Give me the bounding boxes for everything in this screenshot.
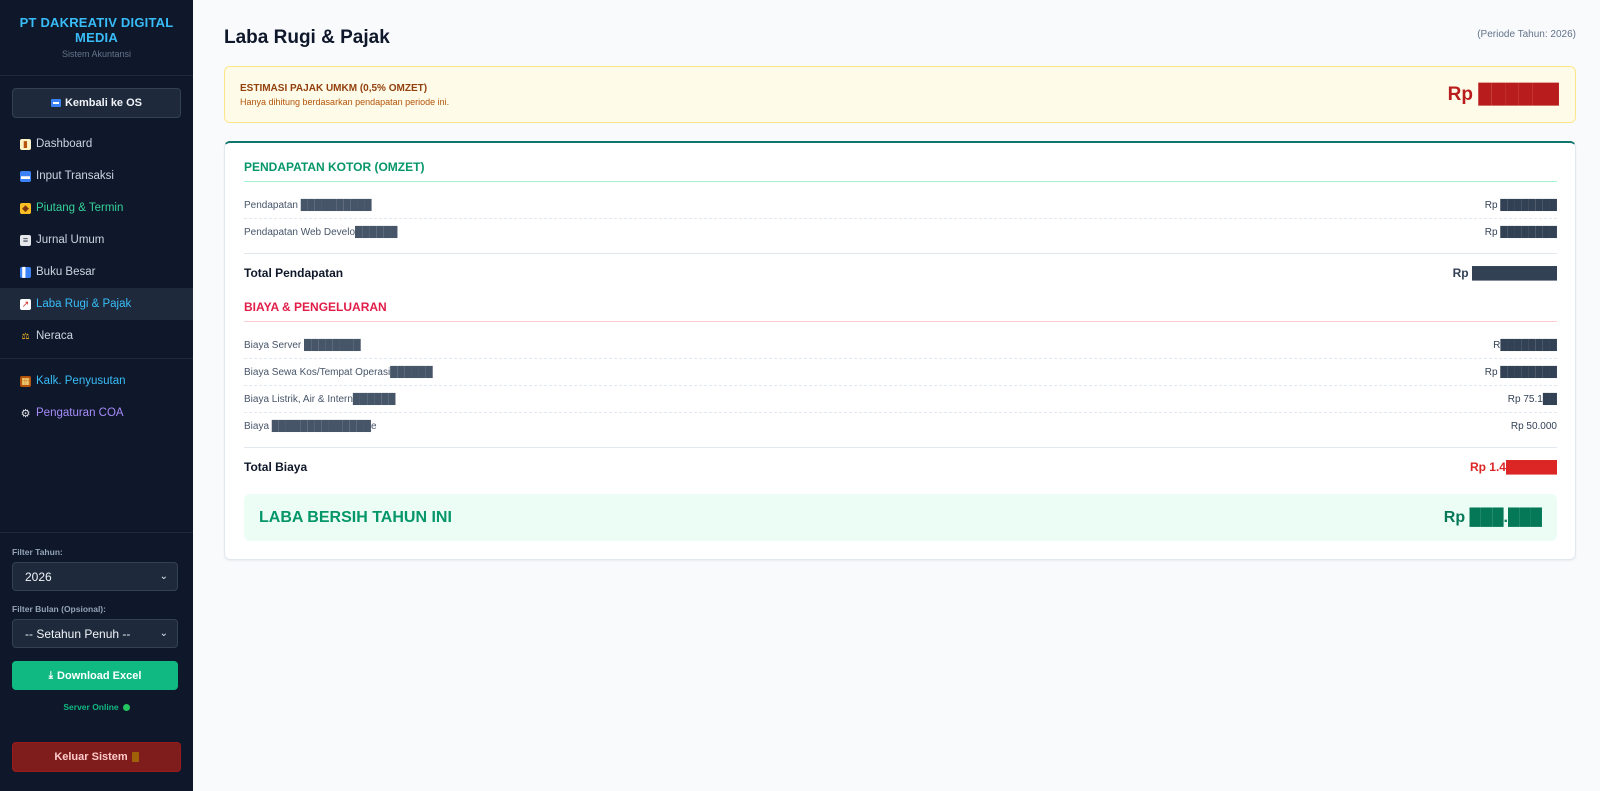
card-icon: ▬ bbox=[20, 170, 31, 182]
filter-month-label: Filter Bulan (Opsional): bbox=[12, 604, 106, 614]
sidebar: PT DAKREATIV DIGITAL MEDIA Sistem Akunta… bbox=[0, 0, 193, 791]
main-nav: ▮ Dashboard ▬ Input Transaksi ◆ Piutang … bbox=[0, 128, 193, 429]
nav-label: Dashboard bbox=[36, 138, 93, 150]
nav-label: Kalk. Penyusutan bbox=[36, 375, 126, 387]
row-amount: Rp ████████ bbox=[1484, 366, 1557, 378]
table-row: Biaya Listrik, Air & Intern██████ Rp 75.… bbox=[244, 386, 1557, 413]
expense-section-title: BIAYA & PENGELUARAN bbox=[244, 300, 1557, 322]
income-statement: PENDAPATAN KOTOR (OMZET) Pendapatan ████… bbox=[224, 141, 1576, 560]
tax-description: Hanya dihitung berdasarkan pendapatan pe… bbox=[240, 96, 450, 107]
nav-label: Input Transaksi bbox=[36, 170, 114, 182]
total-expense-label: Total Biaya bbox=[244, 459, 308, 474]
income-rows: Pendapatan ██████████ Rp ████████ Pendap… bbox=[244, 192, 1557, 246]
total-expense-row: Total Biaya Rp 1.4██████ bbox=[244, 447, 1557, 485]
total-expense-amount: Rp 1.4██████ bbox=[1469, 459, 1557, 474]
back-to-os-button[interactable]: Kembali ke OS bbox=[12, 88, 181, 118]
nav-divider bbox=[0, 358, 193, 359]
back-to-os-label: Kembali ke OS bbox=[64, 97, 143, 109]
nav-item-input-transaksi[interactable]: ▬ Input Transaksi bbox=[0, 160, 193, 192]
total-income-label: Total Pendapatan bbox=[244, 265, 344, 280]
nav-label: Laba Rugi & Pajak bbox=[36, 298, 132, 310]
chevron-down-icon: ⌄ bbox=[159, 628, 168, 639]
page-header: Laba Rugi & Pajak (Periode Tahun: 2026) bbox=[224, 24, 1576, 49]
table-row: Pendapatan ██████████ Rp ████████ bbox=[244, 192, 1557, 219]
filter-month-select[interactable]: -- Setahun Penuh -- ⌄ bbox=[12, 619, 178, 648]
tax-estimate-card: ESTIMASI PAJAK UMKM (0,5% OMZET) Hanya d… bbox=[224, 66, 1576, 123]
status-dot-icon bbox=[122, 703, 130, 711]
download-icon: ⤓ bbox=[48, 670, 54, 681]
filter-year-select[interactable]: 2026 ⌄ bbox=[12, 562, 178, 591]
page-title: Laba Rugi & Pajak bbox=[224, 27, 390, 48]
row-label: Biaya Sewa Kos/Tempat Operasi██████ bbox=[244, 366, 433, 378]
book-icon: ▌ bbox=[20, 266, 31, 278]
trend-chart-icon: ↗ bbox=[20, 298, 31, 310]
download-label: Download Excel bbox=[57, 669, 142, 682]
nav-item-piutang-termin[interactable]: ◆ Piutang & Termin bbox=[0, 192, 193, 224]
row-amount: Rp 75.1██ bbox=[1507, 393, 1557, 405]
net-profit-banner: LABA BERSIH TAHUN INI Rp ███.███ bbox=[244, 494, 1557, 541]
nav-label: Pengaturan COA bbox=[36, 407, 124, 419]
scale-icon: ⚖ bbox=[21, 330, 30, 341]
row-amount: Rp ████████ bbox=[1484, 227, 1557, 238]
nav-item-dashboard[interactable]: ▮ Dashboard bbox=[0, 128, 193, 160]
row-amount: Rp 50.000 bbox=[1510, 421, 1557, 432]
nav-label: Neraca bbox=[36, 330, 74, 342]
nav-item-kalk-penyusutan[interactable]: ▦ Kalk. Penyusutan bbox=[0, 365, 193, 397]
bar-chart-icon: ▮ bbox=[20, 138, 31, 150]
chevron-down-icon: ⌄ bbox=[159, 571, 168, 582]
table-row: Biaya ██████████████e Rp 50.000 bbox=[244, 413, 1557, 440]
filter-year-value: 2026 bbox=[25, 569, 52, 584]
brand: PT DAKREATIV DIGITAL MEDIA Sistem Akunta… bbox=[0, 0, 193, 76]
period-label: (Periode Tahun: 2026) bbox=[1477, 29, 1576, 40]
server-status: Server Online bbox=[12, 702, 181, 712]
abacus-icon: ▦ bbox=[20, 375, 31, 387]
row-label: Biaya Listrik, Air & Intern██████ bbox=[244, 393, 396, 405]
nav-item-pengaturan-coa[interactable]: ⚙ Pengaturan COA bbox=[0, 397, 193, 429]
filters: Filter Tahun: 2026 ⌄ Filter Bulan (Opsio… bbox=[0, 532, 193, 722]
download-excel-button[interactable]: ⤓ Download Excel bbox=[12, 661, 178, 690]
logout-label: Keluar Sistem bbox=[54, 751, 128, 763]
filter-month-value: -- Setahun Penuh -- bbox=[25, 626, 131, 641]
row-label: Pendapatan Web Develo██████ bbox=[244, 227, 398, 238]
tag-icon: ◆ bbox=[20, 202, 31, 214]
brand-title: PT DAKREATIV DIGITAL MEDIA bbox=[19, 15, 174, 45]
tax-title: ESTIMASI PAJAK UMKM (0,5% OMZET) bbox=[240, 82, 428, 94]
logout-button[interactable]: Keluar Sistem bbox=[12, 742, 181, 772]
table-row: Biaya Server ████████ R████████ bbox=[244, 332, 1557, 359]
brand-subtitle: Sistem Akuntansi bbox=[61, 49, 132, 59]
net-profit-label: LABA BERSIH TAHUN INI bbox=[259, 508, 452, 526]
total-income-amount: Rp ██████████ bbox=[1452, 265, 1557, 280]
row-amount: R████████ bbox=[1493, 339, 1557, 351]
nav-label: Piutang & Termin bbox=[36, 202, 124, 214]
gear-icon: ⚙ bbox=[20, 407, 31, 420]
tax-amount: Rp ██████ bbox=[1447, 83, 1559, 105]
row-label: Pendapatan ██████████ bbox=[244, 199, 372, 211]
nav-item-laba-rugi-pajak[interactable]: ↗ Laba Rugi & Pajak bbox=[0, 288, 193, 320]
filter-year-label: Filter Tahun: bbox=[12, 547, 63, 557]
nav-item-jurnal-umum[interactable]: ≡ Jurnal Umum bbox=[0, 224, 193, 256]
notebook-icon: ≡ bbox=[20, 234, 31, 246]
door-icon bbox=[131, 752, 139, 762]
server-status-label: Server Online bbox=[63, 702, 119, 712]
expense-rows: Biaya Server ████████ R████████ Biaya Se… bbox=[244, 332, 1557, 440]
row-label: Biaya Server ████████ bbox=[244, 339, 361, 351]
back-icon bbox=[50, 99, 61, 107]
total-income-row: Total Pendapatan Rp ██████████ bbox=[244, 253, 1557, 291]
income-section-title: PENDAPATAN KOTOR (OMZET) bbox=[244, 160, 1557, 182]
net-profit-amount: Rp ███.███ bbox=[1443, 508, 1542, 526]
table-row: Biaya Sewa Kos/Tempat Operasi██████ Rp █… bbox=[244, 359, 1557, 386]
table-row: Pendapatan Web Develo██████ Rp ████████ bbox=[244, 219, 1557, 246]
row-amount: Rp ████████ bbox=[1484, 199, 1557, 211]
nav-label: Buku Besar bbox=[36, 266, 96, 278]
row-label: Biaya ██████████████e bbox=[244, 421, 377, 432]
nav-item-buku-besar[interactable]: ▌ Buku Besar bbox=[0, 256, 193, 288]
nav-label: Jurnal Umum bbox=[36, 234, 105, 246]
main-content: Laba Rugi & Pajak (Periode Tahun: 2026) … bbox=[193, 0, 1600, 791]
nav-item-neraca[interactable]: ⚖ Neraca bbox=[0, 320, 193, 352]
